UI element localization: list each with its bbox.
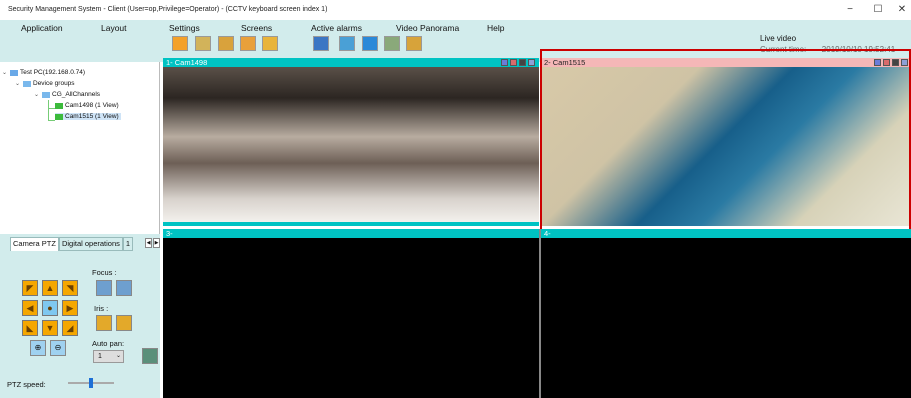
record-button[interactable] [406,36,422,51]
tree-camera-1515[interactable]: Cam1515 (1 View) [55,113,121,120]
chevron-down-icon: ⌄ [2,70,8,76]
ptz-right-button[interactable]: ▶ [62,300,78,316]
view-3-video[interactable] [163,238,539,398]
menu-screens[interactable]: Screens [241,23,272,33]
autopan-select[interactable]: 1 ⌄ [93,350,124,363]
autopan-label: Auto pan: [92,339,125,348]
title-bar: Security Management System - Client (Use… [0,0,911,20]
window-title: Security Management System - Client (Use… [8,6,328,13]
view-4-video[interactable] [541,238,911,398]
tree-connector [48,120,55,121]
chevron-down-icon: ⌄ [15,81,21,87]
layout-3x3-button[interactable] [218,36,234,51]
view-1-camera-icon[interactable] [519,59,526,66]
ptz-speed-label: PTZ speed: [7,380,46,389]
ptz-up-button[interactable]: ▲ [42,280,58,296]
view-1-header: 1- Cam1498 [163,58,539,67]
view-1-record-icon[interactable] [501,59,508,66]
menu-settings[interactable]: Settings [169,23,200,33]
tab-scroll-right-icon[interactable]: ▶ [153,238,160,248]
view-4-header: 4- [541,229,911,238]
tree-connector [48,108,55,109]
tree-camera-1498[interactable]: Cam1498 (1 View) [55,102,119,109]
play-button[interactable] [313,36,329,51]
layout-1plus5-button[interactable] [240,36,256,51]
iris-label: Iris : [94,304,109,313]
autopan-start-button[interactable] [142,348,158,364]
pc-icon [10,69,18,76]
ptz-speed-slider-thumb[interactable] [89,378,93,388]
chevron-down-icon: ⌄ [115,353,121,359]
chevron-down-icon: ⌄ [34,92,40,98]
focus-label: Focus : [92,268,117,277]
tab-scroll-left-icon[interactable]: ◀ [145,238,152,248]
menu-application[interactable]: Application [21,23,63,33]
selected-view-highlight [540,49,911,232]
view-1-close-icon[interactable] [528,59,535,66]
iris-open-button[interactable] [96,315,112,331]
folder-icon [42,91,50,98]
menu-layout[interactable]: Layout [101,23,127,33]
ptz-up-left-button[interactable]: ◤ [22,280,38,296]
ptz-down-button[interactable]: ▼ [42,320,58,336]
tab-more[interactable]: 1 [122,237,134,251]
zoom-out-button[interactable]: ⊖ [50,340,66,356]
ptz-panel: Camera PTZ Digital operations 1 ◀ ▶ ◤ ▲ … [0,234,160,398]
live-video-label: Live video [760,34,797,43]
snapshot-button[interactable] [339,36,355,51]
camera-icon [55,102,63,109]
ptz-down-right-button[interactable]: ◢ [62,320,78,336]
ptz-tabs: Camera PTZ Digital operations 1 [10,237,134,251]
view-3-header: 3- [163,229,539,238]
focus-far-button[interactable] [116,280,132,296]
folder-icon [23,80,31,87]
tree-connector [48,100,49,121]
ptz-left-button[interactable]: ◀ [22,300,38,316]
menu-video-panorama[interactable]: Video Panorama [396,23,459,33]
zoom-in-button[interactable]: ⊕ [30,340,46,356]
device-tree: ⌄ Test PC(192.168.0.74) ⌄ Device groups … [0,62,160,234]
focus-near-button[interactable] [96,280,112,296]
ptz-down-left-button[interactable]: ◣ [22,320,38,336]
iris-close-button[interactable] [116,315,132,331]
camera-icon [55,113,63,120]
ptz-home-button[interactable]: ● [42,300,58,316]
close-button[interactable]: ✕ [890,2,911,18]
tree-channel-group[interactable]: ⌄ CG_AllChannels [34,91,100,98]
view-1-alarm-icon[interactable] [510,59,517,66]
minimize-button[interactable]: − [838,2,862,18]
settings-button[interactable] [384,36,400,51]
tab-digital-operations[interactable]: Digital operations [58,237,123,251]
tab-camera-ptz[interactable]: Camera PTZ [10,237,59,251]
search-button[interactable] [362,36,378,51]
layout-1x1-button[interactable] [172,36,188,51]
tree-device-groups[interactable]: ⌄ Device groups [15,80,75,87]
view-1-footer [163,222,539,226]
layout-2x2-button[interactable] [195,36,211,51]
maximize-button[interactable]: ☐ [866,2,890,18]
menu-help[interactable]: Help [487,23,504,33]
view-1-video[interactable] [163,67,539,222]
layout-4x4-button[interactable] [262,36,278,51]
tree-root[interactable]: ⌄ Test PC(192.168.0.74) [2,69,85,76]
menu-active-alarms[interactable]: Active alarms [311,23,362,33]
ptz-up-right-button[interactable]: ◥ [62,280,78,296]
